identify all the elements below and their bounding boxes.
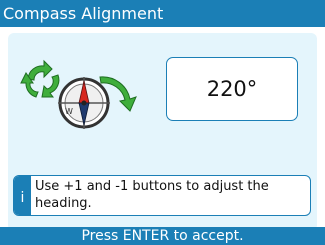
svg-text:W: W xyxy=(65,107,73,116)
info-icon: i xyxy=(14,176,31,215)
rotate-arrows-icon xyxy=(20,59,60,98)
footer-text: Press ENTER to accept. xyxy=(81,228,244,244)
heading-value-box: 220° xyxy=(166,57,298,121)
info-text: Use +1 and -1 buttons to adjust the head… xyxy=(35,179,269,211)
compass-icon: W xyxy=(58,77,110,129)
footer-hint: Press ENTER to accept. xyxy=(0,227,325,245)
info-message: i Use +1 and -1 buttons to adjust the he… xyxy=(13,175,311,216)
screen-title: Compass Alignment xyxy=(3,4,164,23)
title-bar: Compass Alignment xyxy=(0,0,325,27)
heading-value: 220° xyxy=(206,77,258,101)
compass-alignment-illustration: W xyxy=(18,55,140,135)
compass-alignment-screen: Compass Alignment W 220° i Use +1 and -1… xyxy=(0,0,325,245)
